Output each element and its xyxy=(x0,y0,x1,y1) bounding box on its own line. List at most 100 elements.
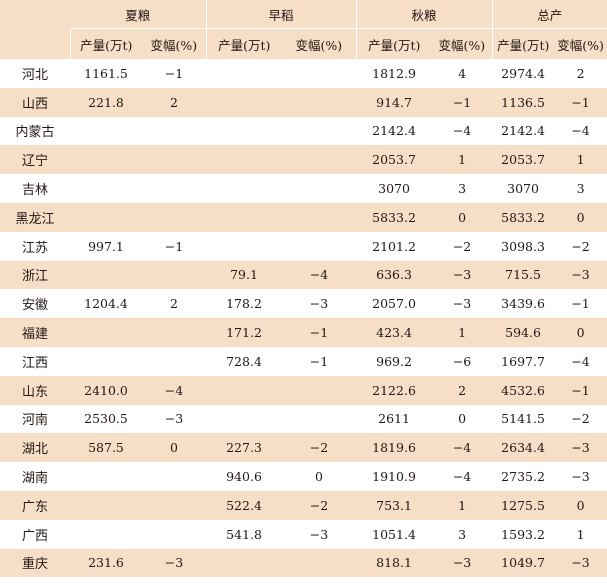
sub-header-output: 产量(万t) xyxy=(355,28,433,59)
province-cell: 湖北 xyxy=(0,433,70,463)
total-output-cell: 2634.4 xyxy=(492,433,555,463)
autumn-grain-change-cell: −4 xyxy=(452,123,472,139)
total-output-cell: 1697.7 xyxy=(501,353,545,369)
table-row: 江西 728.4 −1 969.2 −6 1697.7 −4 xyxy=(0,347,607,376)
autumn-grain-output-cell: 1819.6 xyxy=(356,433,433,463)
province-cell: 江苏 xyxy=(21,240,48,256)
early-rice-output-cell xyxy=(206,375,283,405)
table-row: 安徽 1204.4 2 178.2 −3 2057.0 −3 3439.6 −1 xyxy=(0,289,607,318)
summer-grain-change-cell xyxy=(142,117,206,146)
total-change-cell: 0 xyxy=(554,490,607,520)
sub-header-change: 变幅(%) xyxy=(432,28,493,59)
sub-header-output: 产量(万t) xyxy=(69,28,142,59)
autumn-grain-output-cell: 2122.6 xyxy=(356,375,433,405)
early-rice-change-cell xyxy=(282,548,357,578)
sub-header-change: 变幅(%) xyxy=(282,28,357,59)
summer-grain-output-cell xyxy=(70,490,142,520)
summer-grain-change-cell: −1 xyxy=(164,238,184,254)
early-rice-change-cell: 0 xyxy=(315,469,323,485)
autumn-grain-change-cell: 1 xyxy=(432,318,493,347)
early-rice-output-cell xyxy=(206,87,283,117)
total-change-cell: −1 xyxy=(554,375,607,405)
autumn-grain-change-cell: 3 xyxy=(458,181,467,197)
summer-grain-output-cell xyxy=(70,145,142,175)
total-output-cell: 1593.2 xyxy=(501,526,545,542)
total-output-cell: 5141.5 xyxy=(501,411,545,427)
total-output-cell: 2142.4 xyxy=(501,123,545,139)
total-change-cell: 0 xyxy=(554,318,607,347)
total-output-cell: 1275.5 xyxy=(492,490,555,520)
total-change-cell: −2 xyxy=(571,411,590,427)
early-rice-change-cell: −2 xyxy=(282,433,357,463)
autumn-grain-change-cell: −3 xyxy=(432,548,493,578)
table-body: 河北 1161.5 −1 1812.9 4 2974.4 2 山西 221.8 2 914.7 −1 1… xyxy=(0,59,607,578)
summer-grain-change-cell: 0 xyxy=(142,433,207,463)
province-cell: 吉林 xyxy=(21,183,48,199)
group-header-early-rice: 早稻 xyxy=(205,0,357,29)
summer-grain-change-cell: −3 xyxy=(164,411,184,427)
autumn-grain-output-cell: 5833.2 xyxy=(356,202,433,232)
total-change-cell: −3 xyxy=(571,469,590,485)
province-cell: 辽宁 xyxy=(0,145,70,175)
autumn-grain-output-cell: 636.3 xyxy=(356,260,433,290)
group-header-total-output: 总产 xyxy=(491,0,607,29)
autumn-grain-output-cell: 1051.4 xyxy=(372,526,416,542)
total-output-cell: 3098.3 xyxy=(501,238,545,254)
group-header-summer-grain: 夏粮 xyxy=(70,0,207,29)
table-row: 山西 221.8 2 914.7 −1 1136.5 −1 xyxy=(0,87,607,117)
summer-grain-output-cell: 1204.4 xyxy=(84,296,128,312)
summer-grain-output-cell xyxy=(70,174,142,203)
total-output-cell: 715.5 xyxy=(492,260,555,290)
total-output-cell: 2053.7 xyxy=(492,145,555,175)
autumn-grain-change-cell: 1 xyxy=(432,490,493,520)
table-row: 湖南 940.6 0 1910.9 −4 2735.2 −3 xyxy=(0,462,607,491)
province-cell: 湖南 xyxy=(21,471,48,487)
table-row: 吉林 3070 3 3070 3 xyxy=(0,174,607,203)
table-row: 河南 2530.5 −3 2611 0 5141.5 −2 xyxy=(0,405,607,434)
total-change-cell: −3 xyxy=(554,260,607,290)
early-rice-output-cell xyxy=(206,405,282,434)
autumn-grain-output-cell: 2101.2 xyxy=(372,238,416,254)
summer-grain-output-cell xyxy=(70,318,142,347)
total-change-cell: −4 xyxy=(571,353,590,369)
early-rice-change-cell xyxy=(282,232,356,261)
sub-header-change: 变幅(%) xyxy=(142,28,207,59)
autumn-grain-output-cell: 2053.7 xyxy=(356,145,433,175)
autumn-grain-change-cell: −2 xyxy=(452,238,472,254)
summer-grain-change-cell: 2 xyxy=(170,296,178,312)
early-rice-output-cell: 541.8 xyxy=(226,526,262,542)
autumn-grain-output-cell: 423.4 xyxy=(356,318,433,347)
table-row: 河北 1161.5 −1 1812.9 4 2974.4 2 xyxy=(0,59,607,88)
summer-grain-change-cell xyxy=(142,490,207,520)
total-output-cell: 3070 xyxy=(507,181,539,197)
summer-grain-output-cell: 997.1 xyxy=(88,238,124,254)
total-change-cell: 0 xyxy=(554,202,607,232)
summer-grain-change-cell: −1 xyxy=(164,65,184,81)
total-change-cell: −3 xyxy=(554,548,607,578)
province-cell: 江西 xyxy=(21,355,48,371)
summer-grain-output-cell: 2530.5 xyxy=(84,411,128,427)
autumn-grain-change-cell: −1 xyxy=(432,87,493,117)
province-cell: 河北 xyxy=(21,67,48,83)
total-change-cell: 1 xyxy=(554,145,607,175)
autumn-grain-output-cell: 2142.4 xyxy=(372,123,416,139)
early-rice-change-cell xyxy=(282,59,356,88)
autumn-grain-change-cell: 0 xyxy=(458,411,467,427)
table-row: 重庆 231.6 −3 818.1 −3 1049.7 −3 xyxy=(0,548,607,578)
summer-grain-output-cell: 2410.0 xyxy=(70,375,142,405)
summer-grain-change-cell xyxy=(142,202,207,232)
early-rice-change-cell xyxy=(282,405,356,434)
autumn-grain-change-cell: −4 xyxy=(452,469,472,485)
summer-grain-change-cell xyxy=(142,174,206,203)
summer-grain-output-cell xyxy=(70,462,142,491)
total-output-cell: 2735.2 xyxy=(501,469,545,485)
table-row: 江苏 997.1 −1 2101.2 −2 3098.3 −2 xyxy=(0,232,607,261)
summer-grain-output-cell: 587.5 xyxy=(70,433,142,463)
early-rice-change-cell xyxy=(282,202,357,232)
group-header-autumn-grain: 秋粮 xyxy=(355,0,493,29)
summer-grain-change-cell xyxy=(142,145,207,175)
autumn-grain-change-cell: 1 xyxy=(432,145,493,175)
autumn-grain-change-cell: 4 xyxy=(458,65,467,81)
early-rice-output-cell: 227.3 xyxy=(206,433,283,463)
summer-grain-change-cell xyxy=(142,318,207,347)
